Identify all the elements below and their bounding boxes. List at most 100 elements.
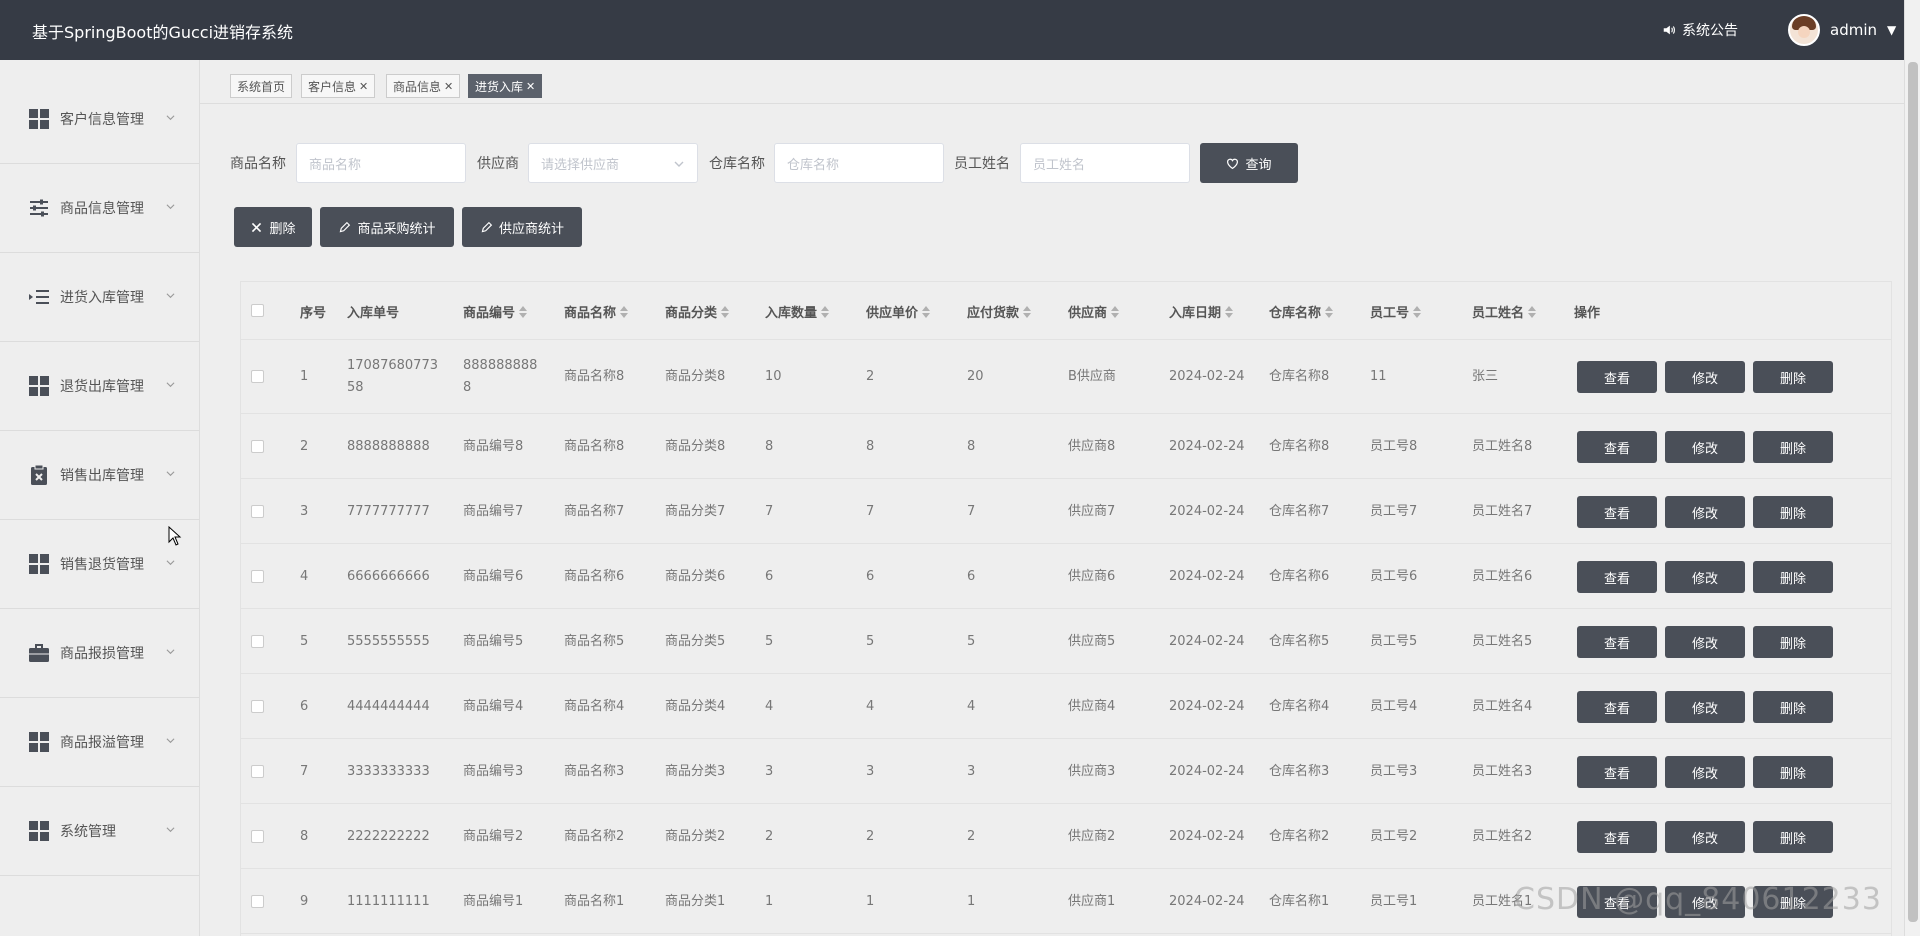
column-header[interactable]: 商品名称 bbox=[564, 302, 629, 321]
chevron-down-icon bbox=[166, 115, 175, 121]
sort-icon[interactable] bbox=[1225, 305, 1234, 318]
view-button[interactable]: 查看 bbox=[1577, 821, 1657, 853]
sort-icon[interactable] bbox=[721, 305, 730, 318]
scrollbar-thumb[interactable] bbox=[1908, 62, 1918, 922]
column-header[interactable]: 应付货款 bbox=[967, 302, 1032, 321]
view-button[interactable]: 查看 bbox=[1577, 626, 1657, 658]
column-header[interactable]: 入库数量 bbox=[765, 302, 830, 321]
view-button[interactable]: 查看 bbox=[1577, 496, 1657, 528]
chevron-down-icon bbox=[166, 738, 175, 744]
row-checkbox[interactable] bbox=[251, 700, 264, 713]
view-button[interactable]: 查看 bbox=[1577, 361, 1657, 393]
sort-icon[interactable] bbox=[1413, 305, 1422, 318]
user-menu[interactable]: admin ▼ bbox=[1788, 14, 1896, 46]
edit-button[interactable]: 修改 bbox=[1665, 431, 1745, 463]
cell-warehouse: 仓库名称8 bbox=[1269, 369, 1330, 384]
employee-name-input[interactable]: 员工姓名 bbox=[1020, 143, 1190, 183]
sidebar-item-sales-out[interactable]: 销售出库管理 bbox=[0, 431, 199, 520]
row-delete-button[interactable]: 删除 bbox=[1753, 691, 1833, 723]
column-header[interactable]: 供应商 bbox=[1068, 302, 1120, 321]
edit-button[interactable]: 修改 bbox=[1665, 691, 1745, 723]
row-checkbox[interactable] bbox=[251, 570, 264, 583]
sidebar-item-stock-in[interactable]: 进货入库管理 bbox=[0, 253, 199, 342]
supplier-stats-button[interactable]: 供应商统计 bbox=[462, 207, 582, 247]
view-button[interactable]: 查看 bbox=[1577, 756, 1657, 788]
tab-customer-info[interactable]: 客户信息 ✕ bbox=[301, 74, 376, 98]
cell-product-code: 商品编号4 bbox=[463, 699, 524, 714]
tab-product-info[interactable]: 商品信息 ✕ bbox=[386, 74, 461, 98]
cell-emp-no: 员工号1 bbox=[1370, 894, 1418, 909]
column-header[interactable]: 仓库名称 bbox=[1269, 302, 1334, 321]
row-checkbox[interactable] bbox=[251, 635, 264, 648]
cell-emp-no: 员工号8 bbox=[1370, 439, 1418, 454]
edit-button[interactable]: 修改 bbox=[1665, 561, 1745, 593]
bulk-delete-button[interactable]: 删除 bbox=[234, 207, 312, 247]
sort-icon[interactable] bbox=[519, 305, 528, 318]
sort-icon[interactable] bbox=[922, 305, 931, 318]
cell-emp-no: 员工号5 bbox=[1370, 634, 1418, 649]
query-button[interactable]: 查询 bbox=[1200, 143, 1298, 183]
sort-icon[interactable] bbox=[1528, 305, 1537, 318]
view-button[interactable]: 查看 bbox=[1577, 431, 1657, 463]
product-name-input[interactable]: 商品名称 bbox=[296, 143, 466, 183]
row-checkbox[interactable] bbox=[251, 830, 264, 843]
sidebar-item-product[interactable]: 商品信息管理 bbox=[0, 164, 199, 253]
row-checkbox[interactable] bbox=[251, 505, 264, 518]
sidebar-item-system[interactable]: 系统管理 bbox=[0, 787, 199, 876]
column-header[interactable]: 员工号 bbox=[1370, 302, 1422, 321]
column-header[interactable]: 商品分类 bbox=[665, 302, 730, 321]
cell-payable: 1 bbox=[967, 894, 976, 909]
cell-qty: 4 bbox=[765, 699, 774, 714]
sort-icon[interactable] bbox=[1325, 305, 1334, 318]
row-delete-button[interactable]: 删除 bbox=[1753, 496, 1833, 528]
table-row: 3 7777777777 商品编号7 商品名称7 商品分类7 7 7 7 供应商7 2024-02… bbox=[241, 479, 1891, 544]
column-header[interactable]: 员工姓名 bbox=[1472, 302, 1537, 321]
row-checkbox[interactable] bbox=[251, 370, 264, 383]
row-checkbox[interactable] bbox=[251, 440, 264, 453]
edit-button[interactable]: 修改 bbox=[1665, 626, 1745, 658]
close-icon[interactable]: ✕ bbox=[359, 80, 368, 93]
row-checkbox[interactable] bbox=[251, 895, 264, 908]
mouse-cursor-icon bbox=[168, 526, 182, 546]
edit-button[interactable]: 修改 bbox=[1665, 496, 1745, 528]
edit-button[interactable]: 修改 bbox=[1665, 361, 1745, 393]
edit-button[interactable]: 修改 bbox=[1665, 821, 1745, 853]
row-delete-button[interactable]: 删除 bbox=[1753, 361, 1833, 393]
sort-icon[interactable] bbox=[821, 305, 830, 318]
sidebar-item-product-overflow[interactable]: 商品报溢管理 bbox=[0, 698, 199, 787]
row-delete-button[interactable]: 删除 bbox=[1753, 756, 1833, 788]
supplier-select[interactable]: 请选择供应商 bbox=[528, 143, 698, 183]
select-all-checkbox[interactable] bbox=[251, 304, 264, 317]
column-header[interactable]: 供应单价 bbox=[866, 302, 931, 321]
column-header[interactable]: 商品编号 bbox=[463, 302, 528, 321]
cell-qty: 8 bbox=[765, 439, 774, 454]
page-scrollbar[interactable] bbox=[1904, 0, 1920, 936]
row-delete-button[interactable]: 删除 bbox=[1753, 431, 1833, 463]
sort-icon[interactable] bbox=[1023, 305, 1032, 318]
sort-icon[interactable] bbox=[620, 305, 629, 318]
sidebar-item-customer[interactable]: 客户信息管理 bbox=[0, 75, 199, 164]
cell-category: 商品分类8 bbox=[665, 369, 726, 384]
sort-icon[interactable] bbox=[1111, 305, 1120, 318]
tab-stock-in[interactable]: 进货入库 ✕ bbox=[468, 74, 543, 98]
view-button[interactable]: 查看 bbox=[1577, 691, 1657, 723]
row-delete-button[interactable]: 删除 bbox=[1753, 821, 1833, 853]
sidebar-item-product-loss[interactable]: 商品报损管理 bbox=[0, 609, 199, 698]
row-delete-button[interactable]: 删除 bbox=[1753, 561, 1833, 593]
cell-product-name: 商品名称8 bbox=[564, 439, 625, 454]
avatar bbox=[1788, 14, 1820, 46]
row-checkbox[interactable] bbox=[251, 765, 264, 778]
tab-home[interactable]: 系统首页 bbox=[230, 74, 293, 98]
purchase-stats-button[interactable]: 商品采购统计 bbox=[320, 207, 454, 247]
edit-button[interactable]: 修改 bbox=[1665, 756, 1745, 788]
username: admin bbox=[1830, 21, 1877, 39]
cell-emp-name: 员工姓名8 bbox=[1472, 439, 1533, 454]
close-icon[interactable]: ✕ bbox=[444, 80, 453, 93]
column-header[interactable]: 入库日期 bbox=[1169, 302, 1234, 321]
system-notice-link[interactable]: 系统公告 bbox=[1662, 20, 1738, 40]
close-icon[interactable]: ✕ bbox=[526, 80, 535, 93]
sidebar-item-return-out[interactable]: 退货出库管理 bbox=[0, 342, 199, 431]
row-delete-button[interactable]: 删除 bbox=[1753, 626, 1833, 658]
view-button[interactable]: 查看 bbox=[1577, 561, 1657, 593]
warehouse-input[interactable]: 仓库名称 bbox=[774, 143, 944, 183]
